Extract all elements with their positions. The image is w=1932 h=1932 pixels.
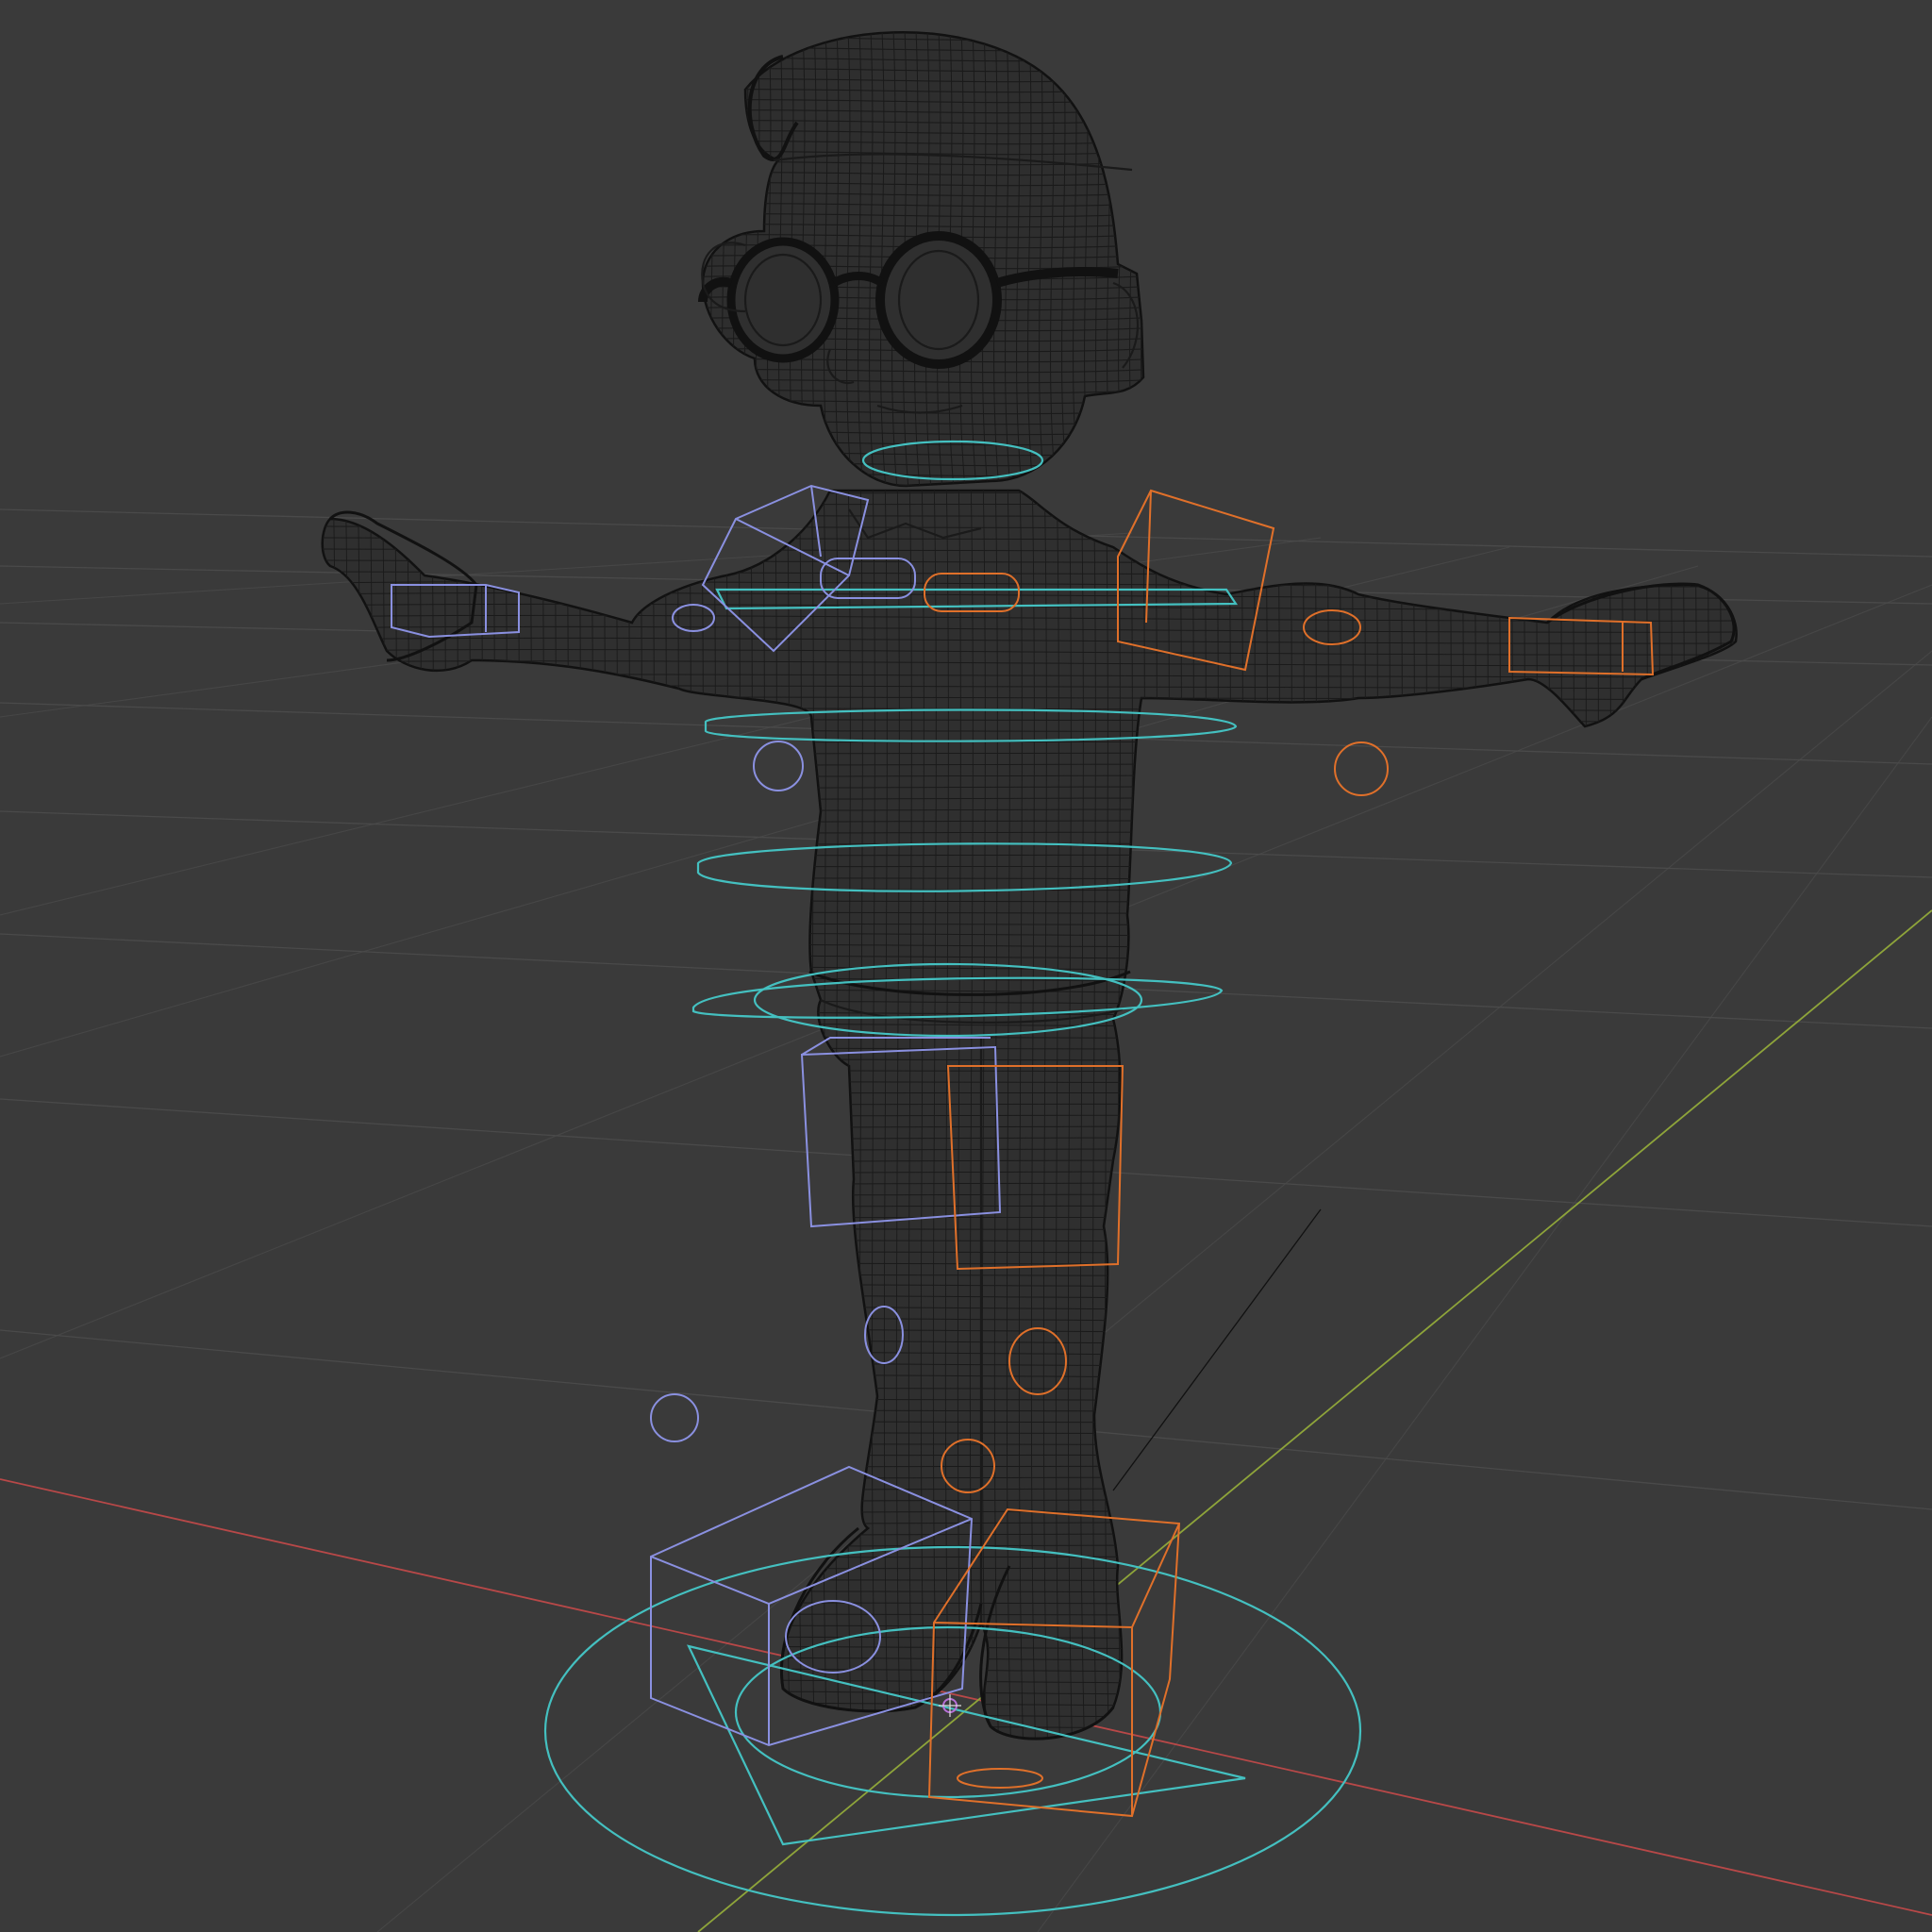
mesh-edge (1705, 491, 1711, 1740)
3d-cursor[interactable] (939, 1694, 961, 1717)
mesh-edge (392, 491, 399, 1740)
mesh-edge (503, 491, 509, 1740)
mesh-edge (660, 25, 1179, 30)
mesh-edge (1742, 472, 1747, 1764)
right-arm-pole-control[interactable] (1334, 741, 1389, 796)
mesh-edge (311, 481, 1755, 485)
mesh-edge (1153, 9, 1158, 500)
mesh-edge (478, 491, 485, 1740)
mesh-edge (368, 491, 375, 1740)
glasses-left-lens (726, 237, 840, 363)
grid-line (1037, 716, 1932, 1932)
mesh-edge (466, 491, 473, 1740)
mesh-edge (1164, 9, 1170, 500)
left-leg-pole-control[interactable] (650, 1393, 699, 1442)
character-mesh[interactable] (311, 9, 1755, 1764)
body-shape (321, 489, 1738, 1740)
right-toe-control[interactable] (957, 1768, 1043, 1789)
mesh-edge (1141, 32, 1143, 487)
mesh-edge (660, 15, 1179, 20)
mesh-edge (356, 491, 362, 1740)
mesh-edge (703, 32, 707, 487)
mesh-edge (1118, 32, 1125, 487)
mesh-edge (491, 491, 497, 1740)
light-direction-line (1112, 1208, 1322, 1491)
mesh-edge (311, 1748, 1755, 1753)
viewport-canvas[interactable] (0, 0, 1932, 1932)
mesh-edge (322, 491, 325, 1740)
mesh-edge (527, 491, 534, 1740)
mesh-edge (1129, 32, 1137, 487)
mesh-edge (331, 491, 338, 1740)
glasses-right-lens (875, 231, 1002, 369)
left-arm-pole-control[interactable] (753, 741, 804, 791)
mesh-edge (343, 491, 350, 1740)
3d-viewport[interactable] (0, 0, 1932, 1932)
mesh-edge (1692, 491, 1699, 1740)
mesh-edge (322, 491, 1737, 497)
mesh-edge (515, 491, 522, 1740)
mesh-edge (540, 491, 546, 1740)
mesh-edge (1717, 491, 1724, 1740)
mesh-edge (689, 9, 694, 500)
